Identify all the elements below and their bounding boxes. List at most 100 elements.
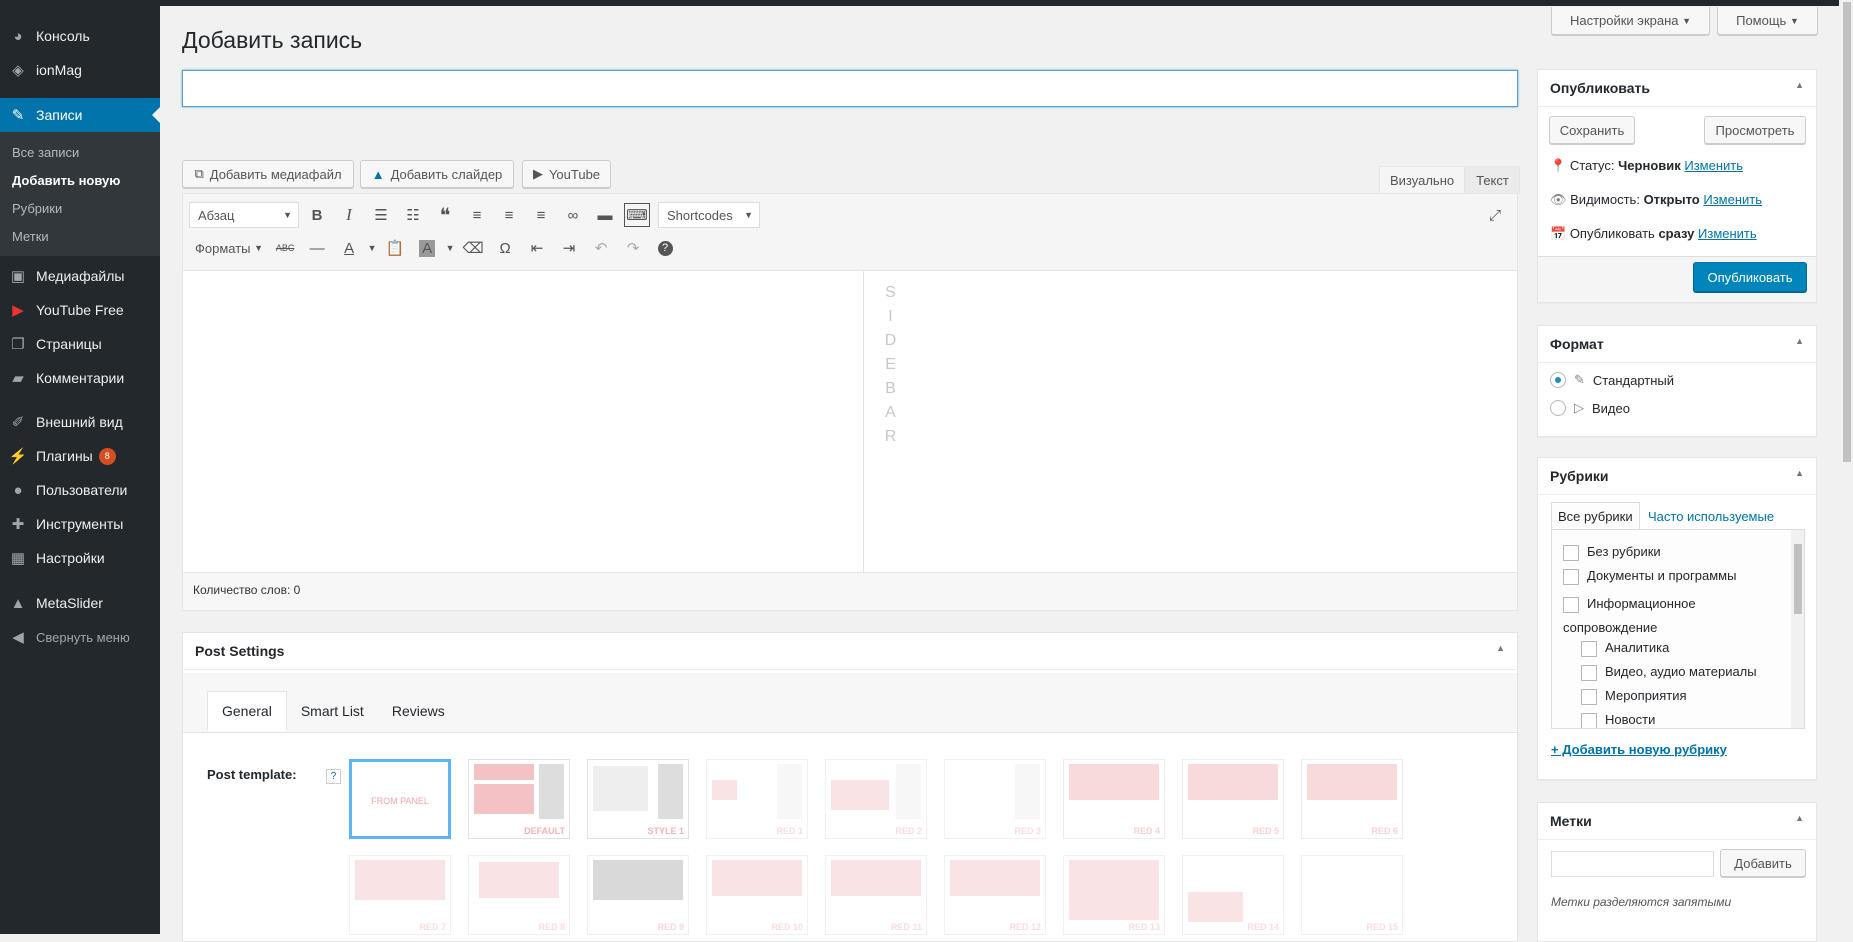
- add-slider-button[interactable]: ▲ Добавить слайдер: [360, 160, 514, 188]
- save-draft-button[interactable]: Сохранить: [1549, 116, 1635, 144]
- formats-dropdown[interactable]: Форматы ▼: [189, 241, 269, 256]
- template-red-14[interactable]: RED 14: [1182, 855, 1284, 935]
- post-title-input[interactable]: [182, 70, 1518, 107]
- add-media-button[interactable]: ⧉ Добавить медиафайл: [182, 160, 354, 188]
- page-scrollbar[interactable]: [1839, 0, 1853, 934]
- fullscreen-icon[interactable]: ⤢: [1479, 201, 1511, 229]
- redo-icon[interactable]: ↷: [617, 234, 649, 262]
- outdent-icon[interactable]: ⇤: [521, 234, 553, 262]
- indent-icon[interactable]: ⇥: [553, 234, 585, 262]
- collapse-arrow-icon[interactable]: ▲: [1795, 80, 1804, 96]
- category-item[interactable]: Аналитика: [1581, 640, 1669, 657]
- menu-item-users[interactable]: ● Пользователи: [0, 473, 160, 507]
- menu-item-console[interactable]: ◕ Консоль: [0, 19, 160, 53]
- align-right-icon[interactable]: ≡: [525, 201, 557, 229]
- template-red-9[interactable]: RED 9: [587, 855, 689, 935]
- submenu-categories[interactable]: Рубрики: [12, 201, 62, 216]
- paragraph-format-select[interactable]: Абзац ▼: [189, 202, 299, 228]
- template-red-1[interactable]: RED 1: [706, 759, 808, 839]
- format-video-option[interactable]: ▷ Видео: [1550, 400, 1630, 416]
- category-checkbox[interactable]: [1581, 688, 1597, 705]
- menu-item-youtube[interactable]: ▶ YouTube Free: [0, 293, 160, 327]
- tab-popular-categories[interactable]: Часто используемые: [1648, 502, 1774, 530]
- template-red-5[interactable]: RED 5: [1182, 759, 1284, 839]
- template-default[interactable]: DEFAULT: [468, 759, 570, 839]
- horizontal-line-icon[interactable]: —: [301, 234, 333, 262]
- category-checkbox[interactable]: [1563, 568, 1579, 585]
- categories-scrollbar[interactable]: [1791, 530, 1804, 728]
- edit-visibility-link[interactable]: Изменить: [1703, 192, 1762, 207]
- template-red-12[interactable]: RED 12: [944, 855, 1046, 935]
- category-item[interactable]: Информационное сопровождение: [1563, 592, 1723, 640]
- special-character-icon[interactable]: Ω: [489, 234, 521, 262]
- category-checkbox[interactable]: [1563, 544, 1579, 561]
- add-tag-button[interactable]: Добавить: [1720, 849, 1806, 877]
- menu-item-collapse[interactable]: ◀ Свернуть меню: [0, 620, 160, 654]
- menu-item-ionmag[interactable]: ◈ ionMag: [0, 53, 160, 87]
- format-video-radio[interactable]: [1550, 400, 1566, 416]
- bullet-list-icon[interactable]: ☰: [365, 201, 397, 229]
- categories-list[interactable]: Без рубрики Документы и программы Информ…: [1551, 529, 1805, 729]
- edit-status-link[interactable]: Изменить: [1684, 158, 1743, 173]
- tab-smart-list[interactable]: Smart List: [287, 691, 378, 731]
- template-help-icon[interactable]: ?: [326, 769, 341, 784]
- category-checkbox[interactable]: [1581, 664, 1597, 681]
- template-red-10[interactable]: RED 10: [706, 855, 808, 935]
- tab-all-categories[interactable]: Все рубрики: [1551, 502, 1640, 530]
- tab-text[interactable]: Текст: [1465, 166, 1520, 194]
- menu-item-media[interactable]: ▣ Медиафайлы: [0, 259, 160, 293]
- clear-formatting-icon[interactable]: ⌫: [457, 234, 489, 262]
- tags-input[interactable]: [1551, 851, 1714, 877]
- caret-down-icon[interactable]: ▼: [443, 234, 457, 262]
- bold-icon[interactable]: B: [301, 201, 333, 229]
- link-icon[interactable]: ∞: [557, 201, 589, 229]
- menu-item-pages[interactable]: ❐ Страницы: [0, 327, 160, 361]
- collapse-arrow-icon[interactable]: ▲: [1496, 643, 1505, 659]
- shortcodes-select[interactable]: Shortcodes ▼: [658, 202, 760, 228]
- menu-item-plugins[interactable]: ⚡ Плагины 8: [0, 439, 160, 473]
- category-checkbox[interactable]: [1563, 596, 1579, 613]
- submenu-all-posts[interactable]: Все записи: [12, 145, 79, 160]
- category-item[interactable]: Документы и программы: [1563, 568, 1736, 585]
- category-item[interactable]: Мероприятия: [1581, 688, 1687, 705]
- tab-general[interactable]: General: [207, 691, 287, 731]
- strikethrough-icon[interactable]: ABC: [269, 234, 301, 262]
- help-button[interactable]: Помощь ▼: [1717, 7, 1818, 35]
- category-item[interactable]: Без рубрики: [1563, 544, 1661, 561]
- paste-text-icon[interactable]: 📋: [379, 234, 411, 262]
- help-icon[interactable]: ?: [649, 234, 681, 262]
- format-standard-option[interactable]: ✎ Стандартный: [1550, 372, 1674, 388]
- template-red-6[interactable]: RED 6: [1301, 759, 1403, 839]
- tab-visual[interactable]: Визуально: [1379, 166, 1466, 194]
- template-red-7[interactable]: RED 7: [349, 855, 451, 935]
- undo-icon[interactable]: ↶: [585, 234, 617, 262]
- template-red-13[interactable]: RED 13: [1063, 855, 1165, 935]
- numbered-list-icon[interactable]: ☷: [397, 201, 429, 229]
- menu-item-appearance[interactable]: ✐ Внешний вид: [0, 405, 160, 439]
- collapse-arrow-icon[interactable]: ▲: [1795, 336, 1804, 352]
- editor-content-area[interactable]: S I D E B A R: [183, 270, 1517, 573]
- submenu-add-new[interactable]: Добавить новую: [12, 173, 120, 188]
- text-color-icon[interactable]: A: [333, 234, 365, 262]
- menu-item-comments[interactable]: ▰ Комментарии: [0, 361, 160, 395]
- screen-options-button[interactable]: Настройки экрана ▼: [1551, 7, 1710, 35]
- category-item[interactable]: Видео, аудио материалы: [1581, 664, 1757, 681]
- template-red-4[interactable]: RED 4: [1063, 759, 1165, 839]
- menu-item-posts[interactable]: ✎ Записи: [0, 98, 160, 132]
- template-red-2[interactable]: RED 2: [825, 759, 927, 839]
- align-center-icon[interactable]: ≡: [493, 201, 525, 229]
- align-left-icon[interactable]: ≡: [461, 201, 493, 229]
- caret-down-icon[interactable]: ▼: [365, 234, 379, 262]
- template-red-8[interactable]: RED 8: [468, 855, 570, 935]
- collapse-arrow-icon[interactable]: ▲: [1795, 468, 1804, 484]
- page-scroll-thumb[interactable]: [1843, 2, 1851, 462]
- read-more-icon[interactable]: ▬: [589, 201, 621, 229]
- template-red-15[interactable]: RED 15: [1301, 855, 1403, 935]
- toolbar-toggle-icon[interactable]: ⌨: [624, 203, 650, 227]
- menu-item-settings[interactable]: ▦ Настройки: [0, 541, 160, 575]
- publish-button[interactable]: Опубликовать: [1693, 262, 1807, 292]
- template-red-11[interactable]: RED 11: [825, 855, 927, 935]
- blockquote-icon[interactable]: ❝: [429, 201, 461, 229]
- template-red-3[interactable]: RED 3: [944, 759, 1046, 839]
- category-checkbox[interactable]: [1581, 712, 1597, 728]
